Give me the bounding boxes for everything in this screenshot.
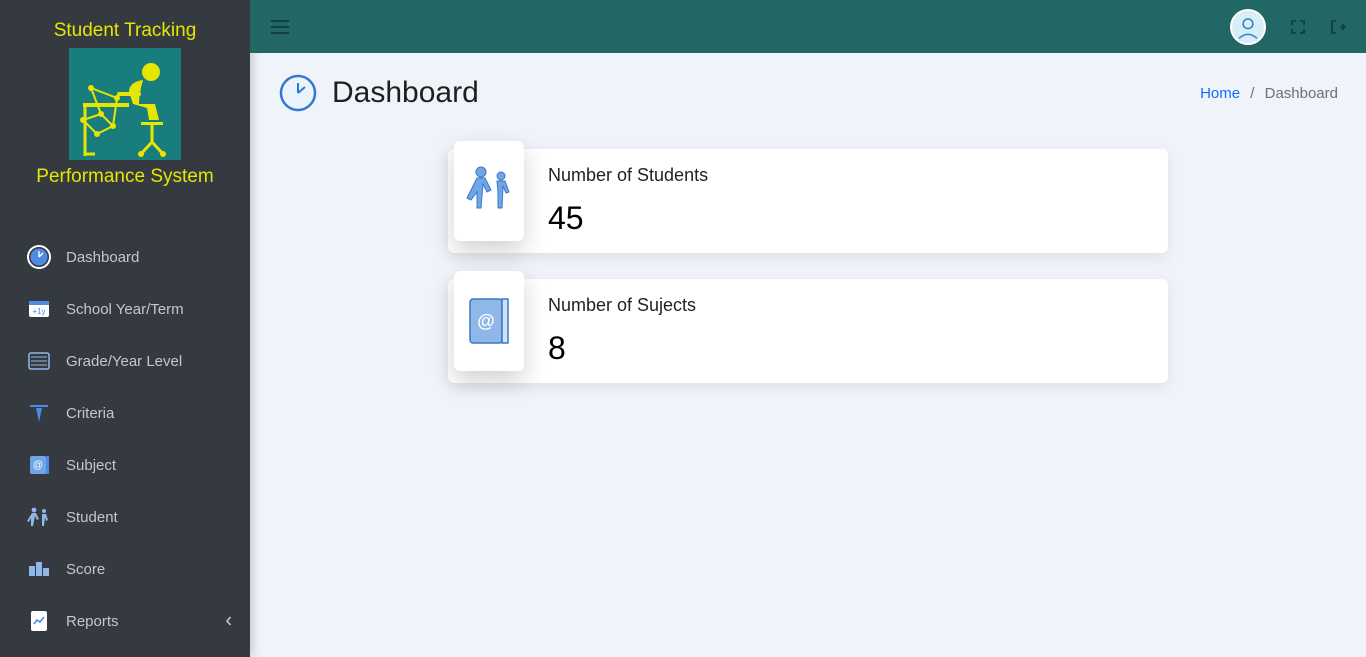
brand-logo: [69, 48, 181, 160]
brand-block: Student Tracking: [0, 0, 250, 200]
breadcrumb: Home / Dashboard: [1200, 85, 1338, 102]
svg-text:@: @: [33, 460, 43, 471]
main-area: Dashboard Home / Dashboard Number of Stu…: [250, 0, 1366, 657]
students-card: Number of Students 45: [448, 149, 1168, 253]
logout-icon[interactable]: [1330, 19, 1346, 35]
brand-line-1: Student Tracking: [6, 20, 244, 42]
sidebar-item-label: Criteria: [66, 405, 114, 422]
sidebar-item-grade-level[interactable]: Grade/Year Level: [6, 336, 244, 386]
subjects-card-value: 8: [548, 330, 696, 367]
brand-line-2: Performance System: [6, 166, 244, 188]
sidebar-item-criteria[interactable]: Criteria: [6, 388, 244, 438]
sidebar-item-label: School Year/Term: [66, 301, 184, 318]
address-book-icon: @: [466, 295, 512, 347]
user-avatar[interactable]: [1230, 9, 1266, 45]
students-card-label: Number of Students: [548, 165, 708, 186]
sidebar-item-label: Reports: [66, 613, 119, 630]
sidebar-item-label: Student: [66, 509, 118, 526]
subjects-card: @ Number of Sujects 8: [448, 279, 1168, 383]
sidebar-nav: Dashboard +1y School Year/Term Grade/Yea…: [0, 200, 250, 646]
calendar-icon: +1y: [26, 296, 52, 322]
subjects-card-label: Number of Sujects: [548, 295, 696, 316]
sidebar-item-score[interactable]: Score: [6, 544, 244, 594]
chevron-left-icon: [224, 616, 234, 626]
students-card-icon-box: [454, 141, 524, 241]
sidebar-item-label: Score: [66, 561, 105, 578]
breadcrumb-current: Dashboard: [1265, 85, 1338, 102]
fullscreen-icon[interactable]: [1290, 19, 1306, 35]
hamburger-icon[interactable]: [268, 15, 292, 39]
sidebar-item-reports[interactable]: Reports: [6, 596, 244, 646]
clock-icon: [26, 244, 52, 270]
page-header: Dashboard Home / Dashboard: [278, 73, 1338, 113]
sidebar-item-subject[interactable]: @ Subject: [6, 440, 244, 490]
svg-text:+1y: +1y: [32, 307, 45, 316]
report-icon: [26, 608, 52, 634]
walking-people-icon: [26, 504, 52, 530]
stats-cards: Number of Students 45 @ Number of Suject…: [448, 149, 1168, 383]
students-card-value: 45: [548, 200, 708, 237]
podium-icon: [26, 556, 52, 582]
sidebar-item-label: Subject: [66, 457, 116, 474]
sidebar: Student Tracking: [0, 0, 250, 657]
content: Dashboard Home / Dashboard Number of Stu…: [250, 53, 1366, 403]
subjects-card-icon-box: @: [454, 271, 524, 371]
breadcrumb-sep: /: [1244, 85, 1260, 102]
sidebar-item-school-year[interactable]: +1y School Year/Term: [6, 284, 244, 334]
book-icon: @: [26, 452, 52, 478]
sidebar-item-student[interactable]: Student: [6, 492, 244, 542]
sidebar-item-label: Dashboard: [66, 249, 139, 266]
page-title: Dashboard: [332, 76, 479, 110]
list-icon: [26, 348, 52, 374]
breadcrumb-home-link[interactable]: Home: [1200, 85, 1240, 102]
walking-people-icon: [465, 164, 513, 218]
sidebar-item-label: Grade/Year Level: [66, 353, 182, 370]
svg-text:@: @: [477, 311, 495, 331]
topbar: [250, 0, 1366, 53]
sidebar-item-dashboard[interactable]: Dashboard: [6, 232, 244, 282]
clock-icon: [278, 73, 318, 113]
pen-down-icon: [26, 400, 52, 426]
